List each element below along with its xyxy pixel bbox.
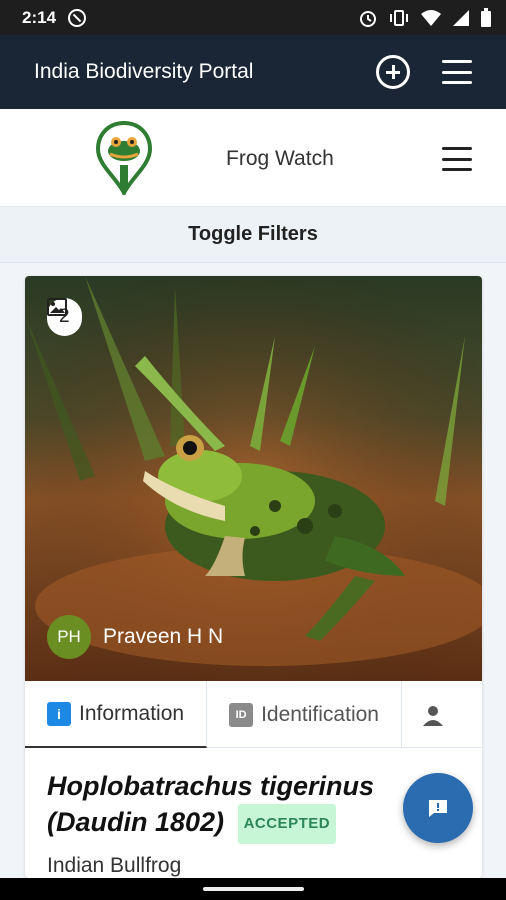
battery-icon	[481, 7, 491, 27]
toggle-filters-button[interactable]: Toggle Filters	[0, 207, 506, 263]
home-gesture-pill[interactable]	[203, 887, 304, 891]
add-icon[interactable]	[376, 55, 410, 89]
author-name: Praveen H N	[103, 625, 224, 648]
tab-information-label: Information	[79, 701, 185, 725]
observation-tabs: i Information ID Identification	[25, 681, 482, 748]
tab-identification-label: Identification	[261, 702, 379, 726]
author[interactable]: PH Praveen H N	[47, 615, 223, 659]
alarm-icon	[360, 10, 376, 27]
avatar: PH	[47, 615, 91, 659]
status-badge: ACCEPTED	[237, 804, 337, 844]
common-name: Indian Bullfrog	[47, 854, 182, 877]
tab-information[interactable]: i Information	[25, 681, 208, 748]
vibrate-icon	[390, 9, 408, 26]
observation-photo[interactable]: 2 PH Praveen H N	[25, 276, 482, 681]
chat-button[interactable]	[403, 773, 473, 843]
tab-user[interactable]	[402, 681, 464, 748]
app-menu-icon[interactable]	[442, 60, 472, 84]
scientific-name-row: Hoplobatrachus tigerinus (Daudin 1802) A…	[47, 768, 453, 844]
image-count-badge[interactable]: 2	[47, 298, 82, 336]
cellular-icon	[453, 9, 469, 26]
status-icons	[358, 7, 492, 28]
site-menu-icon[interactable]	[442, 147, 472, 171]
status-time: 2:14	[22, 7, 57, 27]
site-header: Frog Watch	[0, 109, 506, 207]
app-bar: India Biodiversity Portal	[0, 35, 506, 109]
wifi-icon	[421, 9, 441, 26]
id-icon: ID	[229, 702, 254, 727]
app-title: India Biodiversity Portal	[34, 60, 254, 83]
tab-identification[interactable]: ID Identification	[207, 681, 402, 748]
person-icon	[422, 705, 443, 726]
site-title: Frog Watch	[226, 147, 334, 170]
app-bar-actions	[376, 55, 472, 89]
info-icon: i	[47, 701, 71, 726]
status-bar: 2:14	[0, 0, 506, 35]
comment-icon	[429, 800, 447, 817]
dnd-icon	[68, 8, 87, 27]
system-nav-bar	[0, 878, 506, 900]
frog-watch-logo[interactable]	[96, 121, 152, 195]
image-icon	[47, 298, 67, 316]
